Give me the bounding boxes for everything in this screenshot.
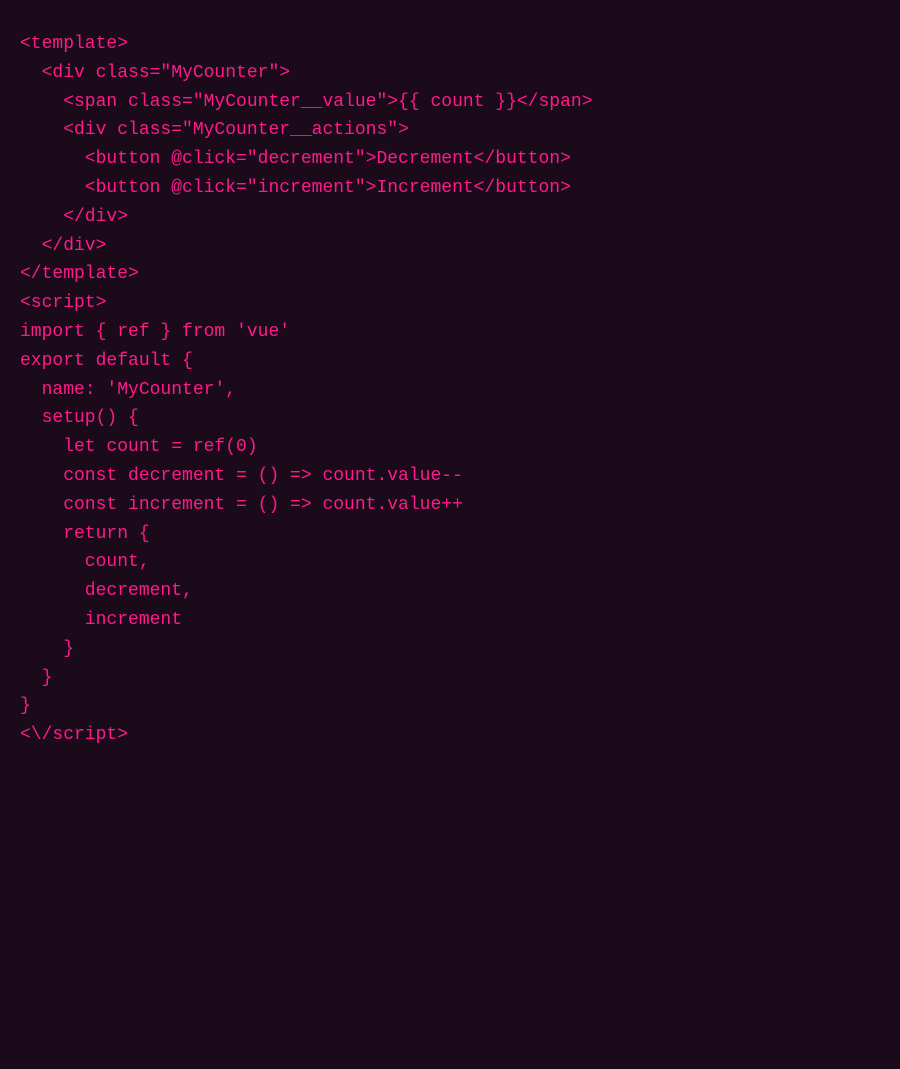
code-line: </template> [20,260,880,289]
code-line: decrement, [20,577,880,606]
code-line: <button @click="decrement">Decrement</bu… [20,145,880,174]
code-line: let count = ref(0) [20,433,880,462]
code-line: <div class="MyCounter__actions"> [20,116,880,145]
code-line: <\/script> [20,721,880,750]
code-line: const increment = () => count.value++ [20,491,880,520]
code-line: count, [20,548,880,577]
code-line: } [20,692,880,721]
code-line: setup() { [20,404,880,433]
code-line: <template> [20,30,880,59]
code-line: return { [20,520,880,549]
code-line: } [20,635,880,664]
code-line: <div class="MyCounter"> [20,59,880,88]
code-line: </div> [20,203,880,232]
code-line: export default { [20,347,880,376]
code-line: const decrement = () => count.value-- [20,462,880,491]
code-line: <span class="MyCounter__value">{{ count … [20,88,880,117]
code-line: name: 'MyCounter', [20,376,880,405]
code-line: <script> [20,289,880,318]
code-display: <template> <div class="MyCounter"> <span… [20,30,880,750]
code-line: } [20,664,880,693]
code-line: increment [20,606,880,635]
code-line: </div> [20,232,880,261]
code-line: <button @click="increment">Increment</bu… [20,174,880,203]
code-line: import { ref } from 'vue' [20,318,880,347]
